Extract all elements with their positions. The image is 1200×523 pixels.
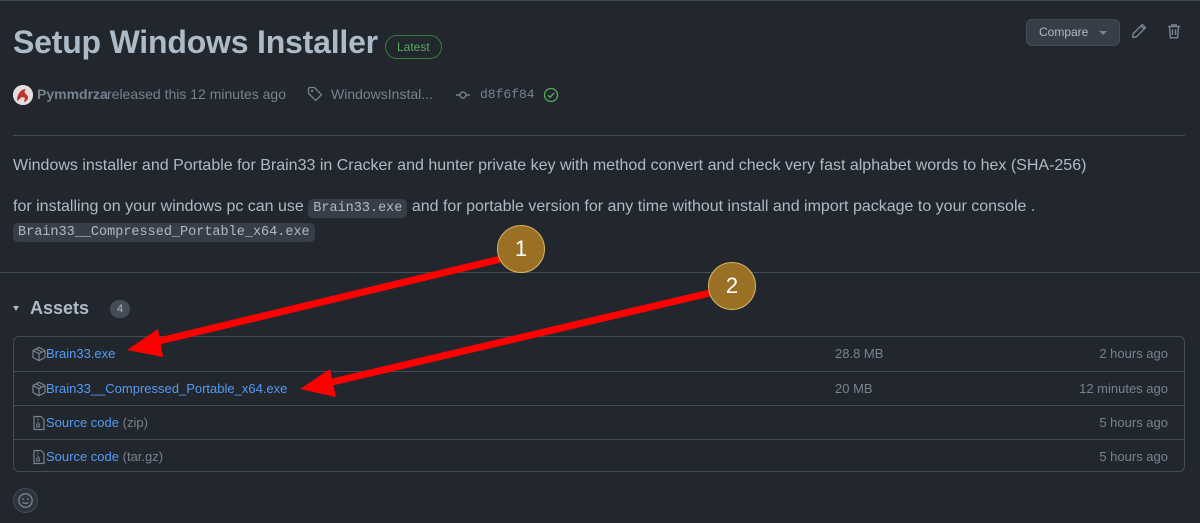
asset-size: 28.8 MB [835, 346, 884, 361]
asset-link-source-zip[interactable]: Source code (zip) [46, 415, 148, 430]
asset-time: 12 minutes ago [1079, 381, 1168, 396]
description-line-3: Brain33__Compressed_Portable_x64.exe [13, 222, 315, 242]
assets-divider [0, 272, 1200, 273]
asset-link-brain33-exe[interactable]: Brain33.exe [46, 346, 115, 361]
smiley-icon [18, 493, 33, 508]
commit-link[interactable]: d8f6f84 [480, 87, 535, 102]
tag-icon [307, 86, 323, 102]
file-zip-icon [31, 415, 47, 431]
asset-name: Source code [46, 449, 119, 464]
top-border [0, 0, 1200, 1]
description-text: for installing on your windows pc can us… [13, 198, 309, 215]
package-icon [31, 346, 47, 362]
asset-row: Source code (tar.gz) 5 hours ago [14, 439, 1184, 473]
avatar[interactable] [13, 85, 33, 105]
git-commit-icon [455, 87, 471, 103]
asset-name: Source code [46, 415, 119, 430]
annotation-marker-2: 2 [708, 262, 756, 310]
asset-link-portable-exe[interactable]: Brain33__Compressed_Portable_x64.exe [46, 381, 287, 396]
released-text: released this 12 minutes ago [107, 86, 286, 102]
asset-size: 20 MB [835, 381, 873, 396]
asset-time: 5 hours ago [1099, 415, 1168, 430]
tag-link[interactable]: WindowsInstal... [331, 86, 433, 102]
asset-link-source-targz[interactable]: Source code (tar.gz) [46, 449, 163, 464]
assets-count: 4 [110, 300, 130, 318]
annotation-marker-1: 1 [497, 225, 545, 273]
release-title[interactable]: Setup Windows Installer [13, 24, 378, 61]
asset-row: Source code (zip) 5 hours ago [14, 405, 1184, 439]
description-line-2: for installing on your windows pc can us… [13, 198, 1035, 218]
verified-check-icon [543, 87, 559, 103]
compare-button[interactable]: Compare [1026, 19, 1120, 46]
compare-label: Compare [1039, 25, 1089, 39]
asset-time: 2 hours ago [1099, 346, 1168, 361]
asset-row: Brain33.exe 28.8 MB 2 hours ago [14, 337, 1184, 371]
asset-time: 5 hours ago [1099, 449, 1168, 464]
code-brain33-exe: Brain33.exe [308, 199, 408, 218]
assets-list: Brain33.exe 28.8 MB 2 hours ago Brain33_… [13, 336, 1185, 472]
chevron-down-icon [1099, 31, 1107, 35]
add-reaction-button[interactable] [13, 488, 38, 513]
package-icon [31, 381, 47, 397]
latest-badge: Latest [385, 35, 442, 59]
header-divider [13, 135, 1185, 136]
asset-format: (tar.gz) [122, 449, 164, 464]
file-zip-icon [31, 449, 47, 465]
pencil-icon[interactable] [1130, 22, 1148, 40]
asset-row: Brain33__Compressed_Portable_x64.exe 20 … [14, 371, 1184, 405]
triangle-down-icon [13, 306, 19, 311]
assets-title: Assets [30, 298, 90, 318]
description-line-1: Windows installer and Portable for Brain… [13, 157, 1087, 174]
asset-format: (zip) [122, 415, 148, 430]
code-portable-exe: Brain33__Compressed_Portable_x64.exe [13, 223, 315, 242]
description-text: and for portable version for any time wi… [407, 198, 1036, 215]
author-link[interactable]: Pymmdrza [37, 86, 108, 102]
trash-icon[interactable] [1165, 22, 1183, 40]
